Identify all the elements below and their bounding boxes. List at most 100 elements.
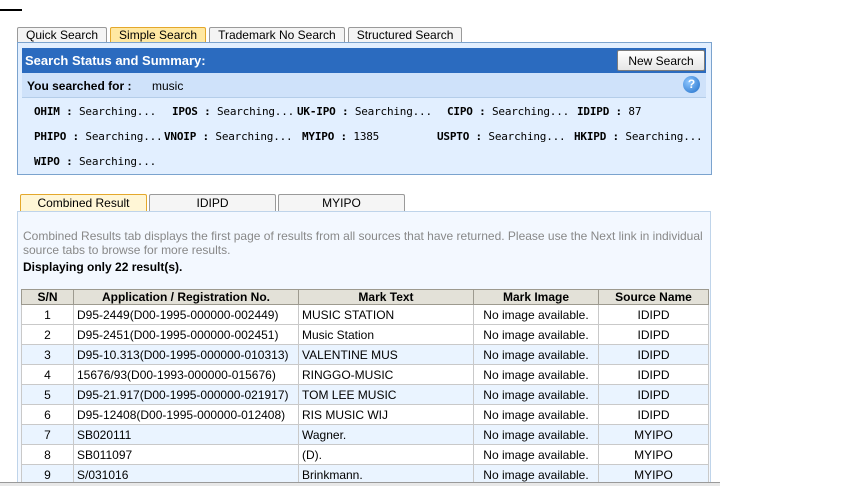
source-value: 87: [628, 105, 642, 118]
results-count: Displaying only 22 result(s).: [23, 260, 183, 274]
source-value: 1385: [353, 130, 380, 143]
cell-mark-image: No image available.: [473, 364, 599, 385]
source-value: Searching...: [625, 130, 703, 143]
cell-mark-image: No image available.: [473, 344, 599, 365]
tab-quick-search[interactable]: Quick Search: [17, 27, 108, 42]
cell-mark-text: Wagner.: [298, 424, 474, 445]
table-row[interactable]: 1 D95-2449(D00-1995-000000-002449) MUSIC…: [21, 304, 709, 325]
status-title: Search Status and Summary:: [25, 53, 206, 68]
cell-application-no[interactable]: D95-2449(D00-1995-000000-002449): [73, 304, 299, 325]
cell-source-name: IDIPD: [598, 304, 709, 325]
cell-mark-text: RIS MUSIC WIJ: [298, 404, 474, 425]
cell-mark-text: VALENTINE MUS: [298, 344, 474, 365]
tab-idipd[interactable]: IDIPD: [149, 194, 276, 211]
cell-application-no[interactable]: D95-21.917(D00-1995-000000-021917): [73, 384, 299, 405]
table-header-row: S/N Application / Registration No. Mark …: [21, 289, 709, 305]
results-table: S/N Application / Registration No. Mark …: [21, 289, 709, 485]
cell-sn: 2: [21, 324, 74, 345]
source-name: IDIPD :: [577, 105, 622, 118]
cell-mark-image: No image available.: [473, 324, 599, 345]
source-status-uk-ipo: UK-IPO : Searching...: [297, 105, 432, 118]
cell-source-name: IDIPD: [598, 404, 709, 425]
cell-source-name: MYIPO: [598, 444, 709, 465]
cell-mark-image: No image available.: [473, 424, 599, 445]
cell-mark-text: (D).: [298, 444, 474, 465]
source-name: MYIPO :: [302, 130, 347, 143]
search-mode-tabs: Quick Search Simple Search Trademark No …: [17, 27, 465, 42]
cell-application-no[interactable]: SB020111: [73, 424, 299, 445]
cell-sn: 5: [21, 384, 74, 405]
tab-combined-result[interactable]: Combined Result: [20, 194, 147, 211]
cell-application-no[interactable]: 15676/93(D00-1993-000000-015676): [73, 364, 299, 385]
tab-structured-search[interactable]: Structured Search: [347, 27, 463, 42]
cell-application-no[interactable]: SB011097: [73, 444, 299, 465]
search-status-panel: Search Status and Summary: New Search Yo…: [17, 42, 712, 175]
source-status-ipos: IPOS : Searching...: [172, 105, 294, 118]
source-name: WIPO :: [34, 155, 73, 168]
source-name: IPOS :: [172, 105, 211, 118]
cell-mark-text: MUSIC STATION: [298, 304, 474, 325]
cell-sn: 4: [21, 364, 74, 385]
results-panel: Combined Results tab displays the first …: [17, 211, 711, 486]
result-tabs: Combined Result IDIPD MYIPO: [20, 194, 407, 211]
column-header-source-name: Source Name: [598, 289, 709, 305]
cell-mark-image: No image available.: [473, 404, 599, 425]
column-header-sn: S/N: [21, 289, 74, 305]
cell-application-no[interactable]: D95-2451(D00-1995-000000-002451): [73, 324, 299, 345]
cell-source-name: MYIPO: [598, 424, 709, 445]
cell-mark-text: Music Station: [298, 324, 474, 345]
column-header-application-no: Application / Registration No.: [73, 289, 299, 305]
searched-for-row: You searched for : music ?: [22, 73, 706, 98]
source-status-wipo: WIPO : Searching...: [34, 155, 156, 168]
cell-source-name: IDIPD: [598, 384, 709, 405]
table-row[interactable]: 8 SB011097 (D). No image available. MYIP…: [21, 444, 709, 465]
source-status-cipo: CIPO : Searching...: [447, 105, 569, 118]
searched-for-label: You searched for :: [27, 79, 132, 93]
source-status-vnoip: VNOIP : Searching...: [164, 130, 293, 143]
tab-trademark-no-search[interactable]: Trademark No Search: [209, 27, 345, 42]
column-header-mark-image: Mark Image: [473, 289, 599, 305]
cell-application-no[interactable]: D95-12408(D00-1995-000000-012408): [73, 404, 299, 425]
source-status-ohim: OHIM : Searching...: [34, 105, 156, 118]
source-status-idipd: IDIPD : 87: [577, 105, 641, 118]
source-status-uspto: USPTO : Searching...: [437, 130, 566, 143]
source-name: CIPO :: [447, 105, 486, 118]
table-row[interactable]: 5 D95-21.917(D00-1995-000000-021917) TOM…: [21, 384, 709, 405]
table-row[interactable]: 2 D95-2451(D00-1995-000000-002451) Music…: [21, 324, 709, 345]
source-status-hkipd: HKIPD : Searching...: [574, 130, 703, 143]
source-name: USPTO :: [437, 130, 482, 143]
cell-source-name: IDIPD: [598, 364, 709, 385]
cell-mark-image: No image available.: [473, 384, 599, 405]
cell-mark-text: TOM LEE MUSIC: [298, 384, 474, 405]
source-name: OHIM :: [34, 105, 73, 118]
source-value: Searching...: [354, 105, 432, 118]
cell-mark-image: No image available.: [473, 444, 599, 465]
table-row[interactable]: 6 D95-12408(D00-1995-000000-012408) RIS …: [21, 404, 709, 425]
cell-source-name: IDIPD: [598, 344, 709, 365]
new-search-button[interactable]: New Search: [617, 50, 705, 71]
source-value: Searching...: [78, 105, 157, 118]
source-value: Searching...: [78, 155, 157, 168]
source-value: Searching...: [488, 130, 566, 143]
source-name: HKIPD :: [574, 130, 619, 143]
column-header-mark-text: Mark Text: [298, 289, 474, 305]
source-name: UK-IPO :: [297, 105, 349, 118]
source-value: Searching...: [491, 105, 570, 118]
tab-myipo[interactable]: MYIPO: [278, 194, 405, 211]
status-header: Search Status and Summary: New Search: [22, 48, 706, 73]
source-value: Searching...: [215, 130, 293, 143]
table-row[interactable]: 4 15676/93(D00-1993-000000-015676) RINGG…: [21, 364, 709, 385]
source-status-myipo: MYIPO : 1385: [302, 130, 379, 143]
cell-sn: 1: [21, 304, 74, 325]
cell-application-no[interactable]: D95-10.313(D00-1995-000000-010313): [73, 344, 299, 365]
help-icon[interactable]: ?: [683, 76, 700, 93]
table-row[interactable]: 3 D95-10.313(D00-1995-000000-010313) VAL…: [21, 344, 709, 365]
table-row[interactable]: 7 SB020111 Wagner. No image available. M…: [21, 424, 709, 445]
corner-mark: [0, 9, 22, 11]
cell-source-name: IDIPD: [598, 324, 709, 345]
cell-sn: 7: [21, 424, 74, 445]
tab-simple-search[interactable]: Simple Search: [110, 27, 207, 42]
cell-mark-text: RINGGO-MUSIC: [298, 364, 474, 385]
source-value: Searching...: [85, 130, 163, 143]
cell-sn: 8: [21, 444, 74, 465]
